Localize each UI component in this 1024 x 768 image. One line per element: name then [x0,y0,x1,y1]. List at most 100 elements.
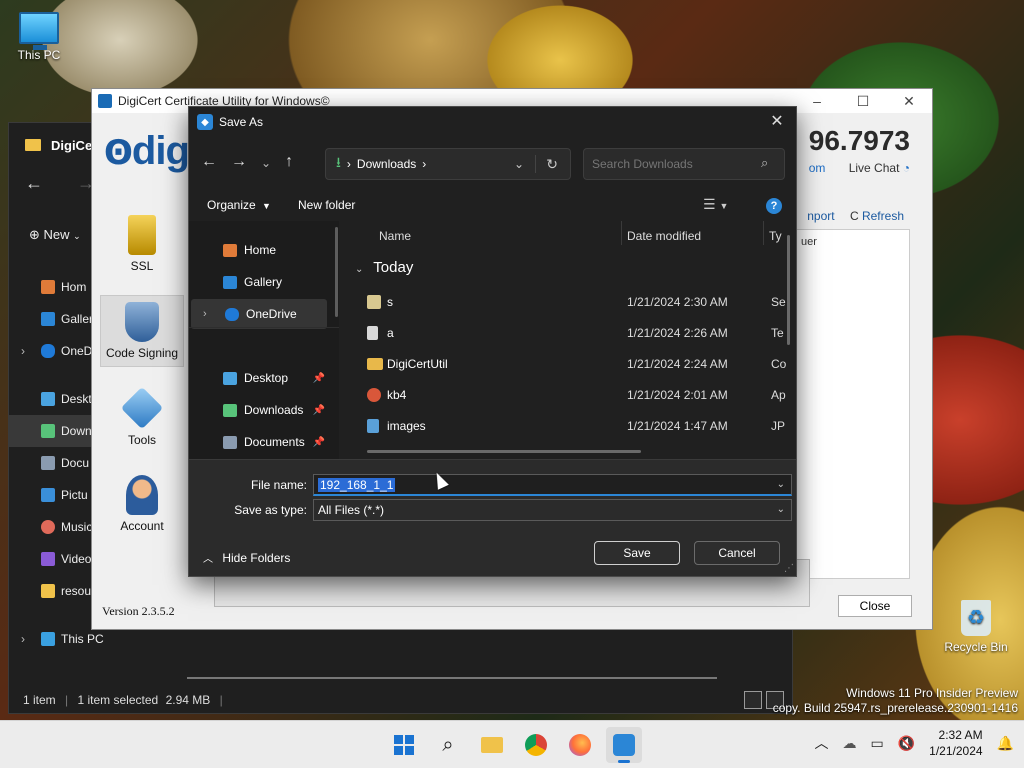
details-view-icon[interactable] [744,691,762,709]
file-row[interactable]: DigiCertUtil 1/21/2024 2:24 AM Co [347,349,787,379]
vertical-scrollbar[interactable] [787,235,790,345]
nav-item-desktop[interactable]: Desktop 📌 [189,363,329,393]
nav-item-downloads[interactable]: Downloads 📌 [189,395,329,425]
new-button-label: New [43,227,70,242]
nav-item-home[interactable]: Home [189,235,329,265]
sidebar-item-resources[interactable]: resou [9,575,99,607]
refresh-icon[interactable]: ↻ [546,156,558,173]
file-row[interactable]: images 1/21/2024 1:47 AM JP [347,411,787,441]
digicert-taskbar-button[interactable] [606,727,642,763]
column-header-name[interactable]: Name [379,229,411,243]
address-bar[interactable]: ⭳ › Downloads › ⌄ ↻ [325,148,571,180]
sidebar-item-home[interactable]: Hom [9,271,99,303]
chevron-down-icon[interactable]: ⌄ [777,475,785,495]
maximize-icon[interactable]: ☐ [840,89,886,113]
save-type-select[interactable]: All Files (*.*) ⌄ [313,499,792,521]
chevron-right-icon[interactable]: › [21,344,25,358]
breadcrumb-separator-icon: › [422,157,427,171]
back-arrow-icon[interactable]: ← [201,153,217,171]
nav-scrollbar[interactable] [335,227,338,317]
group-label: Today [373,259,414,276]
close-icon[interactable]: ✕ [886,89,932,113]
import-button[interactable]: nport [807,209,834,223]
help-icon[interactable]: ? [766,198,782,214]
file-row[interactable]: a 1/21/2024 2:26 AM Te [347,318,787,348]
file-row[interactable]: s 1/21/2024 2:30 AM Se [347,287,787,317]
pin-icon: 📌 [312,372,325,384]
clock[interactable]: 2:32 AM 1/21/2024 [929,727,982,759]
hide-folders-button[interactable]: ︿ Hide Folders [203,550,290,565]
volume-muted-icon[interactable]: 🔇 [898,735,915,752]
taskbar: ⌕ ︿ ☁ ▭ 🔇 2:32 AM 1/21/2024 🔔 [0,720,1024,768]
sidebar-item-downloads[interactable]: Down [9,415,99,447]
minimize-icon[interactable]: – [794,89,840,113]
desktop-icon-recycle-bin[interactable]: ♻ Recycle Bin [938,600,1014,654]
desktop-icon-label: Recycle Bin [944,640,1008,654]
search-input[interactable] [583,148,785,180]
view-options-icon[interactable]: ☰ ▼ [703,196,743,213]
network-icon[interactable]: ▭ [871,735,884,752]
file-list: Name Date modified Ty ⌄ Today s 1/21/202… [347,221,794,459]
save-as-dialog: ◆ Save As ✕ ← → ⌄ ↑ ⭳ › Downloads › ⌄ ↻ … [188,106,797,577]
column-header-type[interactable]: Ty [769,229,782,243]
address-dropdown-icon[interactable]: ⌄ [514,157,524,171]
search-icon: ⌕ [761,155,769,170]
column-divider[interactable] [621,221,622,245]
tool-code-signing[interactable]: Code Signing [100,295,184,367]
live-chat-link[interactable]: Live Chat [849,161,900,175]
file-explorer-button[interactable] [474,727,510,763]
tool-account[interactable]: Account [100,469,184,539]
back-arrow-icon[interactable]: ← [25,173,43,194]
refresh-button[interactable]: Refresh [862,209,904,223]
search-button[interactable]: ⌕ [430,727,466,763]
close-button[interactable]: Close [838,595,912,617]
video-icon [41,552,55,566]
recent-locations-chevron-icon[interactable]: ⌄ [261,156,271,171]
chevron-up-icon[interactable]: ︿ [815,733,829,753]
close-icon[interactable]: ✕ [766,111,788,131]
save-button[interactable]: Save [594,541,680,565]
sidebar-item-pictures[interactable]: Pictu [9,479,99,511]
group-header-today[interactable]: ⌄ Today [355,259,413,276]
file-name: kb4 [387,388,407,402]
nav-item-onedrive[interactable]: › OneDrive [191,299,327,329]
breadcrumb-downloads[interactable]: Downloads [357,157,416,171]
horizontal-scrollbar[interactable] [187,677,717,679]
digicert-toolbar: nport C Refresh [807,209,904,223]
monitor-icon [19,12,59,50]
desktop-icon-this-pc[interactable]: This PC [1,12,77,62]
start-button[interactable] [386,727,422,763]
horizontal-scrollbar[interactable] [367,450,641,453]
file-name-input[interactable]: 192_168_1_1 ⌄ [313,474,792,496]
firefox-button[interactable] [562,727,598,763]
sidebar-item-videos[interactable]: Video [9,543,99,575]
save-type-value: All Files (*.*) [318,503,385,517]
tool-tools[interactable]: Tools [100,383,184,453]
cancel-button[interactable]: Cancel [694,541,780,565]
organize-button[interactable]: Organize ▼ [207,198,271,212]
sidebar-item-onedrive[interactable]: › OneD [9,335,99,367]
column-divider[interactable] [763,221,764,245]
sidebar-item-gallery[interactable]: Galler [9,303,99,335]
sidebar-item-desktop[interactable]: Deskt [9,383,99,415]
nav-item-gallery[interactable]: Gallery [189,267,329,297]
chevron-right-icon[interactable]: › [203,308,207,320]
new-folder-button[interactable]: New folder [298,198,355,212]
forward-arrow-icon[interactable]: → [231,153,247,171]
support-email-link[interactable]: om [809,161,826,175]
nav-item-documents[interactable]: Documents 📌 [189,427,329,457]
new-button[interactable]: ⊕ New ⌄ [29,227,81,243]
file-row[interactable]: kb4 1/21/2024 2:01 AM Ap [347,380,787,410]
notification-bell-icon[interactable]: 🔔 [997,735,1014,752]
sidebar-item-documents[interactable]: Docu [9,447,99,479]
column-header-date[interactable]: Date modified [627,229,701,243]
sidebar-item-music[interactable]: Music [9,511,99,543]
resize-grip-icon[interactable]: ⋰ [784,563,794,574]
tool-ssl[interactable]: SSL [100,209,184,279]
cloud-offline-icon[interactable]: ☁ [843,735,857,752]
tool-label: Code Signing [105,346,179,360]
tool-label: SSL [130,259,154,273]
chrome-button[interactable] [518,727,554,763]
up-arrow-icon[interactable]: ↑ [285,153,293,171]
chevron-right-icon[interactable]: › [21,632,25,646]
